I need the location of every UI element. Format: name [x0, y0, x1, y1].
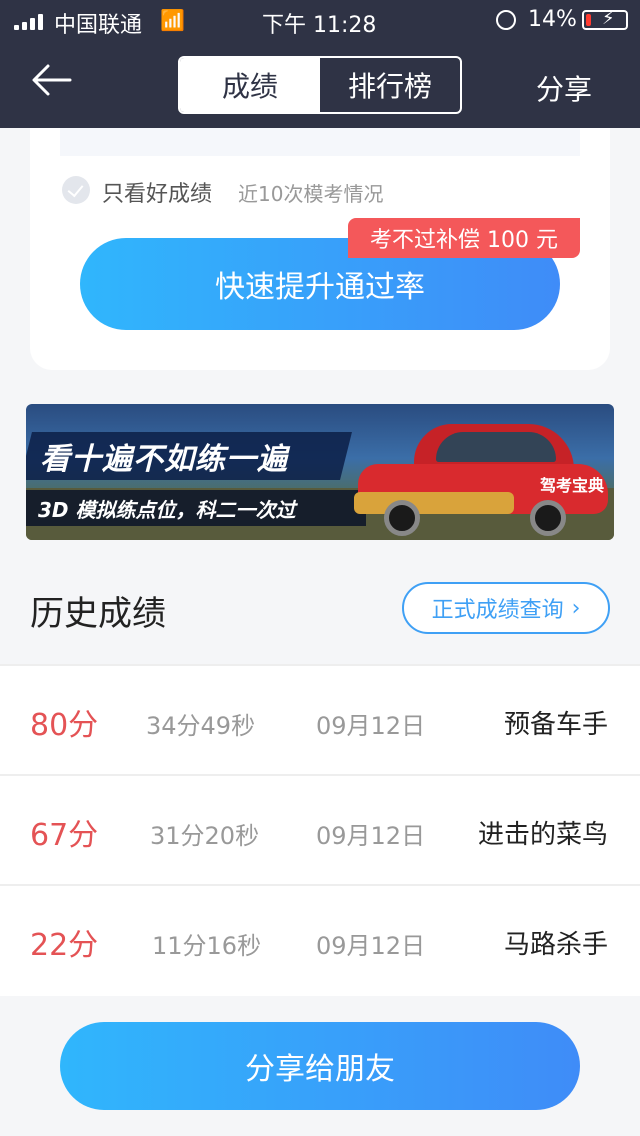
tab-switcher: 成绩 排行榜 [178, 56, 462, 114]
score-card: 只看好成绩 近10次模考情况 快速提升通过率 考不过补偿 100 元 [30, 128, 610, 370]
check-circle-icon[interactable] [62, 176, 90, 204]
car-illustration: 驾考宝典 [344, 410, 614, 540]
row-score: 67分 [30, 818, 99, 853]
row-date: 09月12日 [316, 712, 426, 740]
official-score-query-button[interactable]: 正式成绩查询 › [402, 582, 610, 634]
top-bar: 中国联通 📶 下午 11:28 14% ⚡ 成绩 排行榜 分享 [0, 0, 640, 128]
row-date: 09月12日 [316, 822, 426, 850]
chevron-right-icon: › [571, 595, 581, 621]
carrier-name: 中国联通 [54, 13, 143, 38]
card-strip [60, 128, 580, 156]
row-duration: 11分16秒 [152, 932, 262, 960]
row-duration: 31分20秒 [150, 822, 260, 850]
history-title: 历史成绩 [30, 594, 166, 634]
status-bar: 中国联通 📶 下午 11:28 14% ⚡ [0, 0, 640, 40]
history-list: 80分 34分49秒 09月12日 预备车手 67分 31分20秒 09月12日… [0, 664, 640, 996]
share-to-friends-button[interactable]: 分享给朋友 [60, 1022, 580, 1110]
battery-percent: 14% [528, 7, 577, 32]
car-logo-text: 驾考宝典 [540, 476, 605, 495]
row-rank: 预备车手 [503, 710, 608, 740]
back-button[interactable] [30, 60, 80, 110]
rotation-lock-icon [496, 10, 516, 30]
tab-scores[interactable]: 成绩 [180, 58, 320, 112]
recent-exams-label: 近10次模考情况 [238, 182, 384, 206]
row-score: 80分 [30, 708, 99, 743]
history-row[interactable]: 22分 11分16秒 09月12日 马路杀手 [0, 884, 640, 994]
compensation-badge: 考不过补偿 100 元 [348, 218, 580, 258]
wifi-icon: 📶 [160, 8, 185, 32]
tab-leaderboard[interactable]: 排行榜 [320, 58, 460, 112]
promo-banner[interactable]: 看十遍不如练一遍 3D 模拟练点位，科二一次过 驾考宝典 [26, 404, 614, 540]
banner-headline: 看十遍不如练一遍 [40, 442, 288, 477]
history-row[interactable]: 80分 34分49秒 09月12日 预备车手 [0, 664, 640, 774]
status-time: 下午 11:28 [262, 13, 377, 38]
history-row[interactable]: 67分 31分20秒 09月12日 进击的菜鸟 [0, 774, 640, 884]
row-score: 22分 [30, 928, 99, 963]
row-date: 09月12日 [316, 932, 426, 960]
arrow-left-icon [32, 64, 72, 96]
row-rank: 进击的菜鸟 [477, 820, 608, 850]
banner-subline: 3D 模拟练点位，科二一次过 [38, 498, 296, 522]
share-button[interactable]: 分享 [536, 68, 592, 108]
battery-icon: ⚡ [582, 8, 628, 30]
cell-signal-icon [14, 14, 46, 30]
query-button-label: 正式成绩查询 [431, 598, 564, 623]
good-scores-filter-label[interactable]: 只看好成绩 [102, 176, 212, 208]
row-duration: 34分49秒 [146, 712, 256, 740]
row-rank: 马路杀手 [503, 930, 608, 960]
